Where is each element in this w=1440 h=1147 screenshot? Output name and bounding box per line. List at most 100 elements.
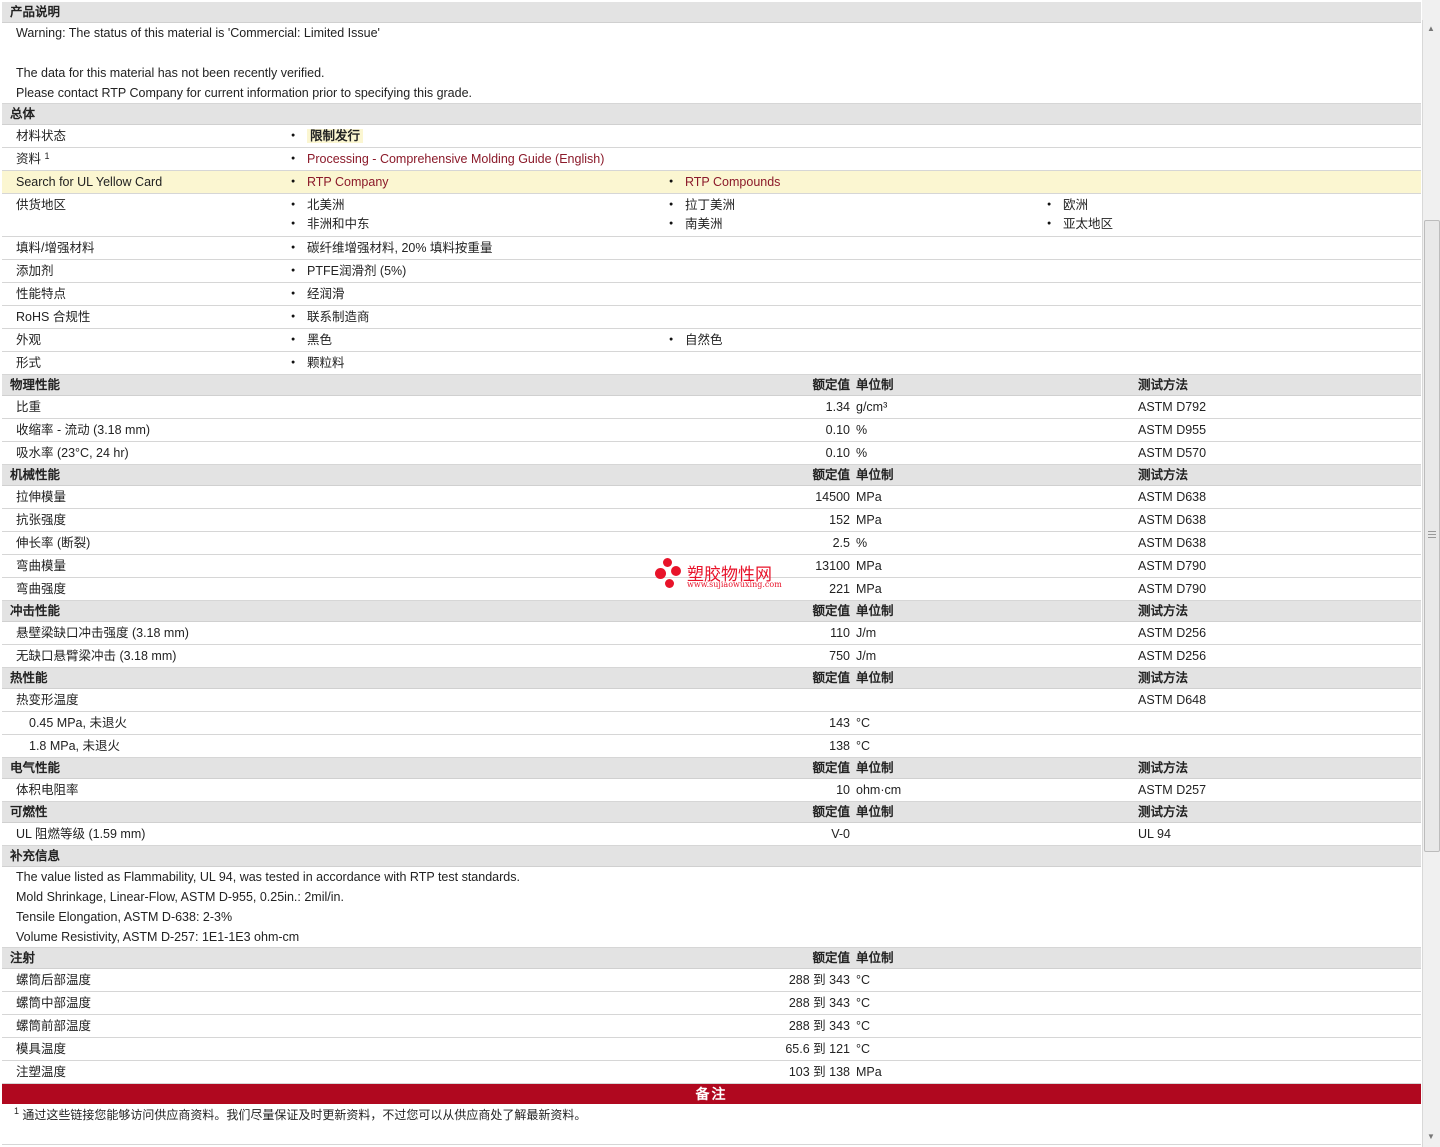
row-regions: 供货地区 北美洲 拉丁美洲 欧洲 非洲和中东 南美洲 亚太地区 (2, 194, 1421, 237)
rtp-compounds-link[interactable]: RTP Compounds (669, 174, 780, 190)
row-unit: ohm·cm (856, 783, 902, 797)
header-method: 测试方法 (1138, 804, 1189, 819)
watermark-url: www.sujiaowuxing.com (687, 580, 782, 589)
impact-rows: 悬壁梁缺口冲击强度 (3.18 mm) 110 J/m ASTM D256 无缺口悬臂梁… (2, 622, 1421, 668)
row-label: 模具温度 (16, 1042, 67, 1056)
row-hdt: 热变形温度 ASTM D648 (2, 689, 1421, 712)
property-row: 螺筒前部温度 288 到 343 °C (2, 1015, 1421, 1038)
footnote-marker: 1 (14, 1106, 20, 1116)
row-unit: % (856, 446, 868, 460)
scrollbar-thumb[interactable] (1424, 220, 1440, 852)
row-method: ASTM D638 (1138, 490, 1207, 504)
injection-rows: 螺筒后部温度 288 到 343 °C 螺筒中部温度 288 到 343 °C 螺筒前部温度… (2, 969, 1421, 1084)
property-row: 螺筒后部温度 288 到 343 °C (2, 969, 1421, 992)
feature-value: 经润滑 (291, 286, 345, 302)
section-title: 可燃性 (10, 804, 48, 819)
section-header-supplement: 补充信息 (2, 846, 1421, 867)
thermal-rows: 0.45 MPa, 未退火 143 °C 1.8 MPa, 未退火 138 °C (2, 712, 1421, 758)
row-method: ASTM D790 (1138, 582, 1207, 596)
property-row: 模具温度 65.6 到 121 °C (2, 1038, 1421, 1061)
supplement-notes: The value listed as Flammability, UL 94,… (2, 867, 1421, 948)
row-value: 138 (829, 739, 850, 753)
row-method: ASTM D955 (1138, 423, 1207, 437)
row-value: 750 (829, 649, 850, 663)
section-title: 物理性能 (10, 377, 61, 392)
rohs-value: 联系制造商 (291, 309, 370, 325)
row-unit: MPa (856, 559, 882, 573)
footnote-text: 通过这些链接您能够访问供应商资料。我们尽量保证及时更新资料，不过您可以从供应商处… (22, 1108, 587, 1122)
row-value: 0.10 (825, 446, 850, 460)
scroll-down-arrow-icon[interactable]: ▼ (1425, 1130, 1437, 1144)
row-label: Search for UL Yellow Card (16, 175, 163, 189)
row-value: 65.6 到 121 (785, 1042, 850, 1056)
row-additive: 添加剂 PTFE润滑剂 (5%) (2, 260, 1421, 283)
header-method: 测试方法 (1138, 377, 1189, 392)
header-value: 额定值 (812, 377, 850, 392)
row-documents: 资料 1 Processing - Comprehensive Molding … (2, 148, 1421, 171)
appearance-value: 自然色 (669, 332, 723, 348)
region-item: 南美洲 (669, 216, 723, 232)
not-verified-text: The data for this material has not been … (16, 66, 325, 80)
row-label: 填料/增强材料 (16, 241, 95, 255)
row-label: UL 阻燃等级 (1.59 mm) (16, 827, 146, 841)
row-label: 螺筒后部温度 (16, 973, 92, 987)
row-unit: °C (856, 973, 871, 987)
row-unit: MPa (856, 1065, 882, 1079)
header-unit: 单位制 (856, 467, 894, 482)
row-label: 形式 (16, 356, 42, 370)
scroll-up-arrow-icon[interactable]: ▲ (1425, 22, 1437, 36)
section-title: 电气性能 (10, 760, 61, 775)
row-method: ASTM D256 (1138, 626, 1207, 640)
row-label: 添加剂 (16, 264, 54, 278)
row-unit: % (856, 423, 868, 437)
header-method: 测试方法 (1138, 603, 1189, 618)
row-label: 拉伸模量 (16, 490, 67, 504)
section-title: 冲击性能 (10, 603, 61, 618)
section-title: 产品说明 (10, 4, 61, 19)
row-label: 弯曲模量 (16, 559, 67, 573)
row-unit: MPa (856, 490, 882, 504)
rtp-company-link[interactable]: RTP Company (291, 174, 389, 190)
molding-guide-link[interactable]: Processing - Comprehensive Molding Guide… (291, 151, 604, 167)
supplement-line: Tensile Elongation, ASTM D-638: 2-3% (16, 910, 233, 924)
row-unit: °C (856, 996, 871, 1010)
row-form: 形式 颗粒料 (2, 352, 1421, 375)
row-method: ASTM D570 (1138, 446, 1207, 460)
section-title: 机械性能 (10, 467, 61, 482)
row-value: 13100 (815, 559, 850, 573)
row-value: 2.5 (832, 536, 850, 550)
warning-text: Warning: The status of this material is … (16, 26, 380, 40)
row-label: 材料状态 (16, 129, 67, 143)
row-method: ASTM D257 (1138, 783, 1207, 797)
row-unit: % (856, 536, 868, 550)
row-label: RoHS 合规性 (16, 310, 91, 324)
row-label: 弯曲强度 (16, 582, 67, 596)
header-unit: 单位制 (856, 670, 894, 685)
row-label: 供货地区 (16, 198, 67, 212)
header-value: 额定值 (812, 467, 850, 482)
section-title: 注射 (10, 950, 36, 965)
status-value: 限制发行 (291, 128, 364, 144)
row-value: 0.10 (825, 423, 850, 437)
property-row: UL 阻燃等级 (1.59 mm) V-0 UL 94 (2, 823, 1421, 846)
vertical-scrollbar[interactable]: ▲ ▼ (1422, 20, 1440, 1147)
row-label: 悬壁梁缺口冲击强度 (3.18 mm) (16, 626, 189, 640)
product-desc-notes: Warning: The status of this material is … (2, 23, 1421, 104)
section-title: 补充信息 (10, 848, 61, 863)
row-label: 无缺口悬臂梁冲击 (3.18 mm) (16, 649, 177, 663)
header-method: 测试方法 (1138, 467, 1189, 482)
row-label: 收缩率 - 流动 (3.18 mm) (16, 423, 151, 437)
section-header-flammability: 可燃性 额定值 单位制 测试方法 (2, 802, 1421, 823)
row-value: 288 到 343 (788, 1019, 850, 1033)
row-method: ASTM D638 (1138, 513, 1207, 527)
property-row: 体积电阻率 10 ohm·cm ASTM D257 (2, 779, 1421, 802)
row-ul-yellow-card: Search for UL Yellow Card RTP Company RT… (2, 171, 1421, 194)
header-value: 额定值 (812, 804, 850, 819)
supplement-line: The value listed as Flammability, UL 94,… (16, 870, 520, 884)
row-value: 288 到 343 (788, 996, 850, 1010)
row-value: 143 (829, 716, 850, 730)
watermark-logo: 塑胶物性网 www.sujiaowuxing.com (655, 558, 795, 594)
row-material-status: 材料状态 限制发行 (2, 125, 1421, 148)
row-method: ASTM D790 (1138, 559, 1207, 573)
row-value: 221 (829, 582, 850, 596)
